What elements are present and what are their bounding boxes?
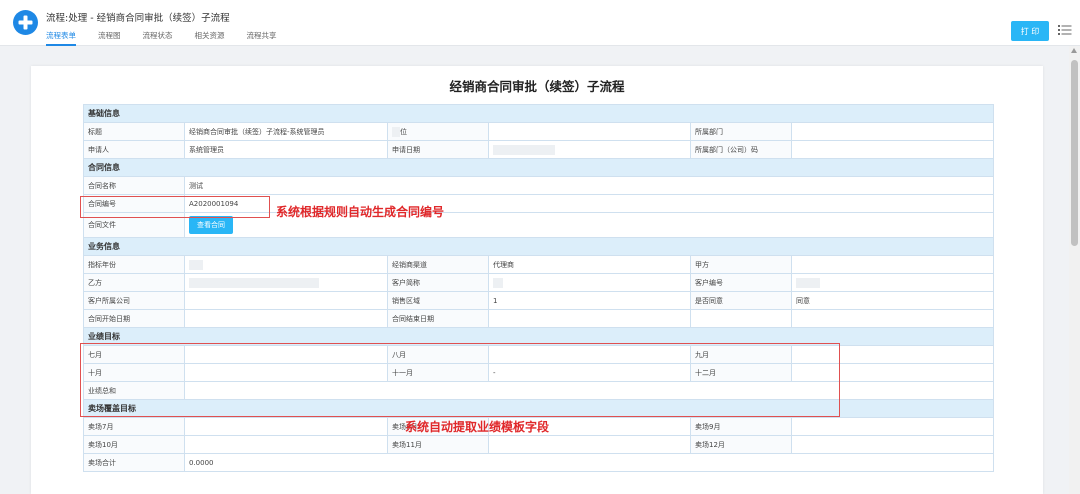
tab-resources[interactable]: 相关资源 (195, 30, 225, 46)
customer-short-label: 客户简称 (387, 273, 489, 292)
tab-flowchart[interactable]: 流程图 (98, 30, 121, 46)
vertical-scrollbar[interactable] (1069, 46, 1080, 494)
form-title: 经销商合同审批（续签）子流程 (449, 79, 625, 94)
contract-no-note: 系统根据规则自动生成合同编号 (276, 205, 445, 219)
year-label: 指标年份 (83, 255, 185, 274)
apply-date-label: 申请日期 (387, 140, 489, 159)
store-total-label: 卖场合计 (83, 453, 185, 472)
dept-code-value (790, 140, 995, 159)
end-date-value (488, 309, 691, 328)
empty-cell (690, 309, 792, 328)
store-oct-label: 卖场10月 (83, 435, 185, 454)
store-nov-value (488, 435, 691, 454)
channel-label: 经销商渠道 (387, 255, 489, 274)
redacted-block (493, 144, 555, 155)
section-contract: 合同信息 (82, 158, 995, 177)
contract-no-highlight (80, 196, 270, 218)
channel-value: 代理商 (488, 255, 691, 274)
list-menu-icon[interactable] (1058, 23, 1072, 37)
dept-code-label: 所属部门（公司）码 (690, 140, 792, 159)
customer-no-label: 客户编号 (690, 273, 792, 292)
performance-highlight (80, 343, 840, 417)
title-value: 经销商合同审批（续签）子流程-系统管理员 (184, 122, 388, 141)
customer-company-value (184, 291, 388, 310)
tab-form[interactable]: 流程表单 (46, 30, 76, 46)
start-date-label: 合同开始日期 (83, 309, 185, 328)
apply-date-value (488, 140, 691, 159)
window-title: 流程:处理 - 经销商合同审批（续签）子流程 (46, 13, 230, 24)
region-label: 销售区域 (387, 291, 489, 310)
agree-value: 同意 (790, 291, 995, 310)
title-label: 标题 (83, 122, 185, 141)
start-date-value (184, 309, 388, 328)
applicant-value: 系统管理员 (184, 140, 388, 159)
contract-name-value: 测试 (183, 176, 995, 195)
party-b-label: 乙方 (83, 273, 185, 292)
position-value (488, 122, 691, 141)
position-label: 位 (387, 122, 489, 141)
store-dec-value (790, 435, 995, 454)
section-basic: 基础信息 (82, 104, 995, 123)
store-nov-label: 卖场11月 (387, 435, 489, 454)
store-jul-label: 卖场7月 (83, 417, 185, 436)
app-logo-icon (13, 10, 38, 35)
store-total-value: 0.0000 (183, 453, 995, 472)
party-a-value (790, 255, 995, 274)
store-dec-label: 卖场12月 (690, 435, 792, 454)
customer-short-value (488, 273, 691, 292)
top-bar: 流程:处理 - 经销商合同审批（续签）子流程 流程表单 流程图 流程状态 相关资… (0, 0, 1080, 46)
year-value (184, 255, 388, 274)
store-sep-value (790, 417, 995, 436)
contract-name-label: 合同名称 (83, 176, 185, 195)
region-value: 1 (488, 291, 691, 310)
redacted-block (189, 259, 203, 270)
store-sep-label: 卖场9月 (690, 417, 792, 436)
template-note: 系统自动提取业绩模板字段 (405, 420, 550, 434)
tab-share[interactable]: 流程共享 (247, 30, 277, 46)
view-contract-button[interactable]: 查看合同 (189, 216, 233, 234)
redacted-block (796, 277, 820, 288)
party-b-value (184, 273, 388, 292)
print-button[interactable]: 打 印 (1011, 21, 1049, 41)
end-date-label: 合同结束日期 (387, 309, 489, 328)
section-business: 业务信息 (82, 237, 995, 256)
scroll-up-arrow-icon[interactable] (1071, 48, 1077, 53)
tab-bar: 流程表单 流程图 流程状态 相关资源 流程共享 (46, 30, 299, 46)
customer-no-value (790, 273, 995, 292)
redacted-block (392, 126, 400, 137)
dept-label: 所属部门 (690, 122, 792, 141)
party-a-label: 甲方 (690, 255, 792, 274)
agree-label: 是否同意 (690, 291, 792, 310)
applicant-label: 申请人 (83, 140, 185, 159)
store-jul-value (184, 417, 388, 436)
redacted-block (493, 277, 503, 288)
redacted-block (189, 277, 319, 288)
customer-company-label: 客户所属公司 (83, 291, 185, 310)
tab-status[interactable]: 流程状态 (143, 30, 173, 46)
scroll-thumb[interactable] (1071, 60, 1078, 246)
dept-value (790, 122, 995, 141)
store-oct-value (184, 435, 388, 454)
empty-cell (790, 309, 995, 328)
